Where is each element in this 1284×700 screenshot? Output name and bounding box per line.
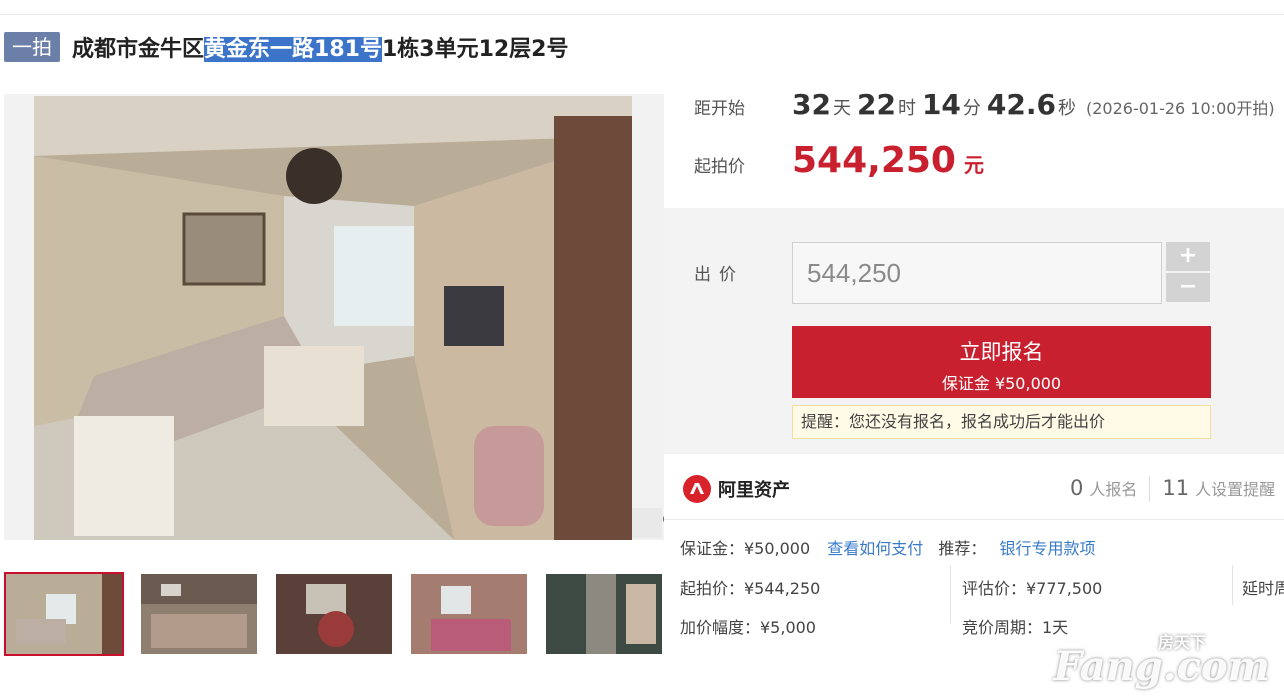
fang-watermark: 房天下 Fang.com — [1054, 633, 1270, 690]
brand-name: 阿里资产 — [718, 480, 790, 501]
address-prefix: 成都市金牛区 — [72, 37, 205, 62]
living-room-photo — [34, 96, 632, 540]
signup-notice: 提醒：您还没有报名，报名成功后才能出价 — [792, 405, 1211, 439]
brand-logo: 阿里资产 — [682, 474, 790, 504]
deposit-label: 保证金 ¥50,000 — [941, 374, 1062, 393]
countdown-label: 距开始 — [694, 99, 745, 119]
signup-button[interactable]: 立即报名 保证金 ¥50,000 — [792, 326, 1211, 398]
decrease-bid-button[interactable]: − — [1166, 273, 1210, 302]
info-divider — [950, 565, 951, 623]
delay-period-info: 延时周期 — [1242, 579, 1284, 598]
stats-divider — [1149, 476, 1151, 502]
start-price-label: 起拍价 — [694, 157, 745, 177]
address-suffix: 1栋3单元12层2号 — [381, 37, 569, 62]
bid-panel: 出价 544,250 + − 立即报名 保证金 ¥50,000 提醒：您还没有报… — [664, 208, 1284, 454]
info-divider — [1232, 565, 1233, 605]
thumbnail-2[interactable] — [139, 572, 259, 656]
thumbnail-strip — [4, 572, 679, 656]
thumbnail-4[interactable] — [409, 572, 529, 656]
appraisal-info: 评估价：¥777,500 — [962, 579, 1103, 598]
countdown-seconds-unit: 秒 — [1058, 98, 1076, 119]
listing-title: 一拍 成都市金牛区黄金东一路181号1栋3单元12层2号 — [4, 30, 569, 64]
start-price-unit: 元 — [963, 153, 984, 177]
top-divider — [0, 14, 1284, 15]
start-price: 起拍价 544,250 元 — [694, 140, 984, 181]
bidding-cycle-info: 竞价周期：1天 — [962, 618, 1069, 637]
start-time-note: (2026-01-26 10:00开拍) — [1086, 99, 1275, 118]
countdown-days: 32 — [792, 88, 831, 121]
countdown-seconds: 42.6 — [986, 88, 1056, 121]
start-price-value: 544,250 — [792, 140, 956, 181]
auction-round-tag: 一拍 — [4, 32, 60, 62]
main-photo[interactable] — [4, 94, 664, 540]
countdown: 距开始 32 天 22 时 14 分 42.6 秒 (2026-01-26 10… — [694, 88, 1275, 121]
registered-label: 人报名 — [1089, 480, 1138, 499]
bid-label: 出价 — [694, 265, 744, 285]
how-to-pay-link[interactable]: 查看如何支付 — [827, 539, 923, 558]
participation-stats: 0 人报名 11 人设置提醒 — [1070, 476, 1275, 502]
deposit-info: 保证金：¥50,000 — [680, 539, 811, 558]
countdown-hours: 22 — [856, 88, 896, 121]
thumbnail-5[interactable] — [544, 572, 664, 656]
registered-count: 0 — [1070, 476, 1084, 500]
deposit-info-row: 保证金：¥50,000 查看如何支付 推荐： 银行专用款项 — [680, 535, 1096, 559]
countdown-minutes: 14 — [921, 88, 961, 121]
watermark-sub: 房天下 — [1157, 633, 1206, 652]
platform-row: 阿里资产 0 人报名 11 人设置提醒 — [664, 462, 1284, 520]
reminder-count: 11 — [1162, 476, 1190, 500]
bid-amount-input[interactable]: 544,250 — [792, 242, 1162, 304]
reminder-label: 人设置提醒 — [1195, 480, 1276, 499]
thumbnail-1[interactable] — [4, 572, 124, 656]
thumbnail-3[interactable] — [274, 572, 394, 656]
increment-info: 加价幅度：¥5,000 — [680, 618, 816, 637]
countdown-minutes-unit: 分 — [962, 98, 981, 119]
countdown-hours-unit: 时 — [897, 98, 916, 119]
address-highlight: 黄金东一路181号 — [204, 37, 382, 62]
bank-account-link[interactable]: 银行专用款项 — [999, 539, 1095, 558]
recommend-label: 推荐： — [938, 539, 987, 558]
ali-asset-logo-icon — [683, 475, 711, 503]
signup-button-label: 立即报名 — [959, 340, 1044, 364]
increase-bid-button[interactable]: + — [1166, 242, 1210, 271]
countdown-days-unit: 天 — [832, 98, 851, 119]
address-title: 成都市金牛区黄金东一路181号1栋3单元12层2号 — [72, 31, 569, 63]
start-price-info: 起拍价：¥544,250 — [680, 579, 821, 598]
zoom-icon[interactable] — [632, 508, 664, 538]
